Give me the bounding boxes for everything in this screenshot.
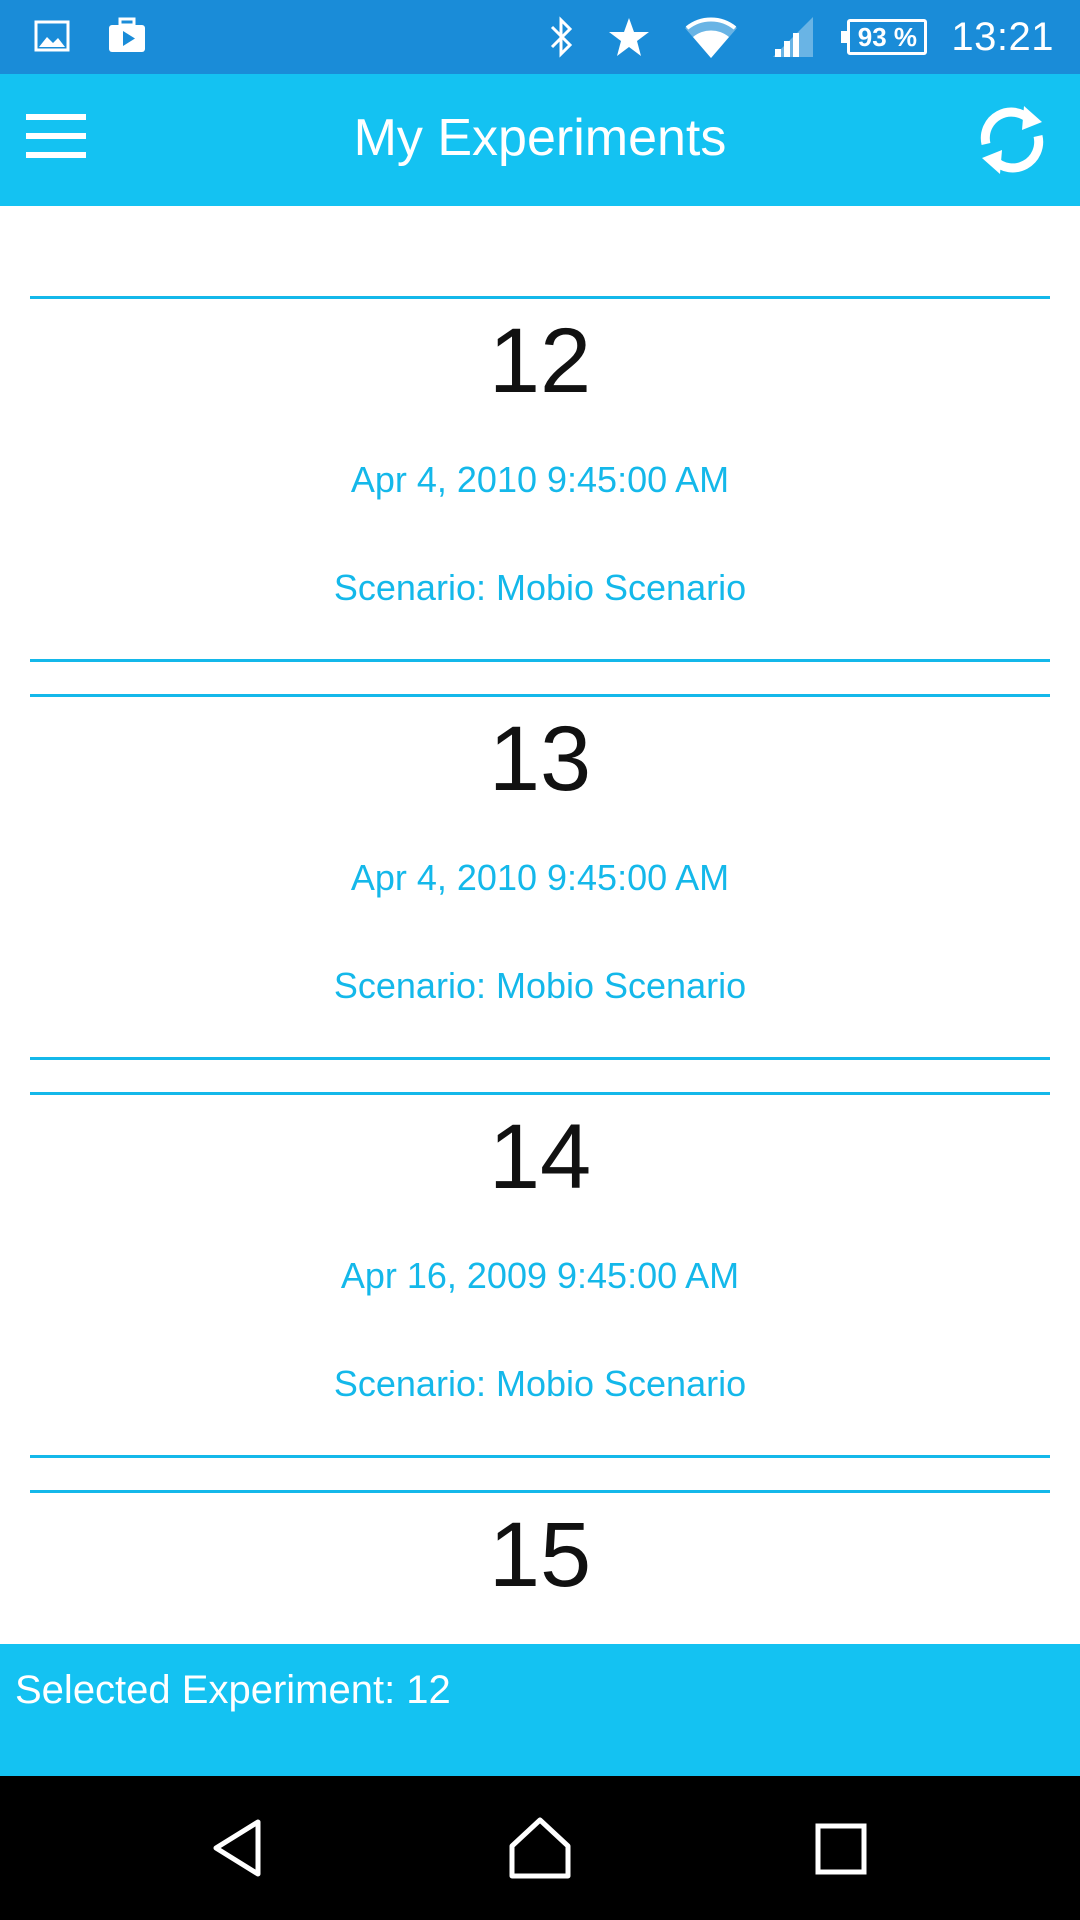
- wifi-icon: [683, 14, 739, 60]
- experiment-id: 12: [488, 310, 592, 412]
- briefcase-play-icon: [106, 17, 148, 60]
- selected-experiment-label: Selected Experiment: 12: [15, 1668, 451, 1712]
- clock: 13:21: [951, 14, 1054, 59]
- app-bar: My Experiments: [0, 74, 1080, 206]
- signal-icon: [771, 15, 815, 59]
- refresh-icon[interactable]: [972, 100, 1052, 180]
- status-bar: 93 % 13:21: [0, 0, 1080, 74]
- experiment-item[interactable]: 12 Apr 4, 2010 9:45:00 AM Scenario: Mobi…: [30, 296, 1050, 662]
- selection-bar: Selected Experiment: 12: [0, 1644, 1080, 1776]
- recents-icon[interactable]: [804, 1812, 876, 1884]
- battery-indicator: 93 %: [841, 19, 928, 55]
- experiment-id: 15: [488, 1504, 592, 1606]
- notification-icons: [34, 17, 148, 60]
- experiment-id: 14: [488, 1106, 592, 1208]
- experiment-scenario: Scenario: Mobio Scenario: [333, 1363, 747, 1404]
- screen: 93 % 13:21 My Experiments 12 Apr 4, 2010…: [0, 0, 1080, 1920]
- experiment-item[interactable]: 13 Apr 4, 2010 9:45:00 AM Scenario: Mobi…: [30, 694, 1050, 1060]
- experiment-date: Apr 4, 2010 9:45:00 AM: [350, 857, 730, 898]
- page-title: My Experiments: [353, 109, 727, 167]
- system-icons: 93 % 13:21: [549, 0, 1054, 74]
- experiment-id: 13: [488, 708, 592, 810]
- back-icon[interactable]: [204, 1812, 276, 1884]
- experiment-scenario: Scenario: Mobio Scenario: [333, 965, 747, 1006]
- experiment-item[interactable]: 15: [30, 1490, 1050, 1644]
- navigation-bar: [0, 1776, 1080, 1920]
- star-icon: [607, 16, 651, 58]
- experiment-date: Apr 4, 2010 9:45:00 AM: [350, 459, 730, 500]
- experiment-list[interactable]: 12 Apr 4, 2010 9:45:00 AM Scenario: Mobi…: [0, 206, 1080, 1644]
- experiment-item[interactable]: 14 Apr 16, 2009 9:45:00 AM Scenario: Mob…: [30, 1092, 1050, 1458]
- experiment-date: Apr 16, 2009 9:45:00 AM: [340, 1255, 740, 1296]
- bluetooth-icon: [549, 15, 575, 59]
- experiment-scenario: Scenario: Mobio Scenario: [333, 567, 747, 608]
- image-icon: [34, 20, 70, 57]
- home-icon[interactable]: [504, 1812, 576, 1884]
